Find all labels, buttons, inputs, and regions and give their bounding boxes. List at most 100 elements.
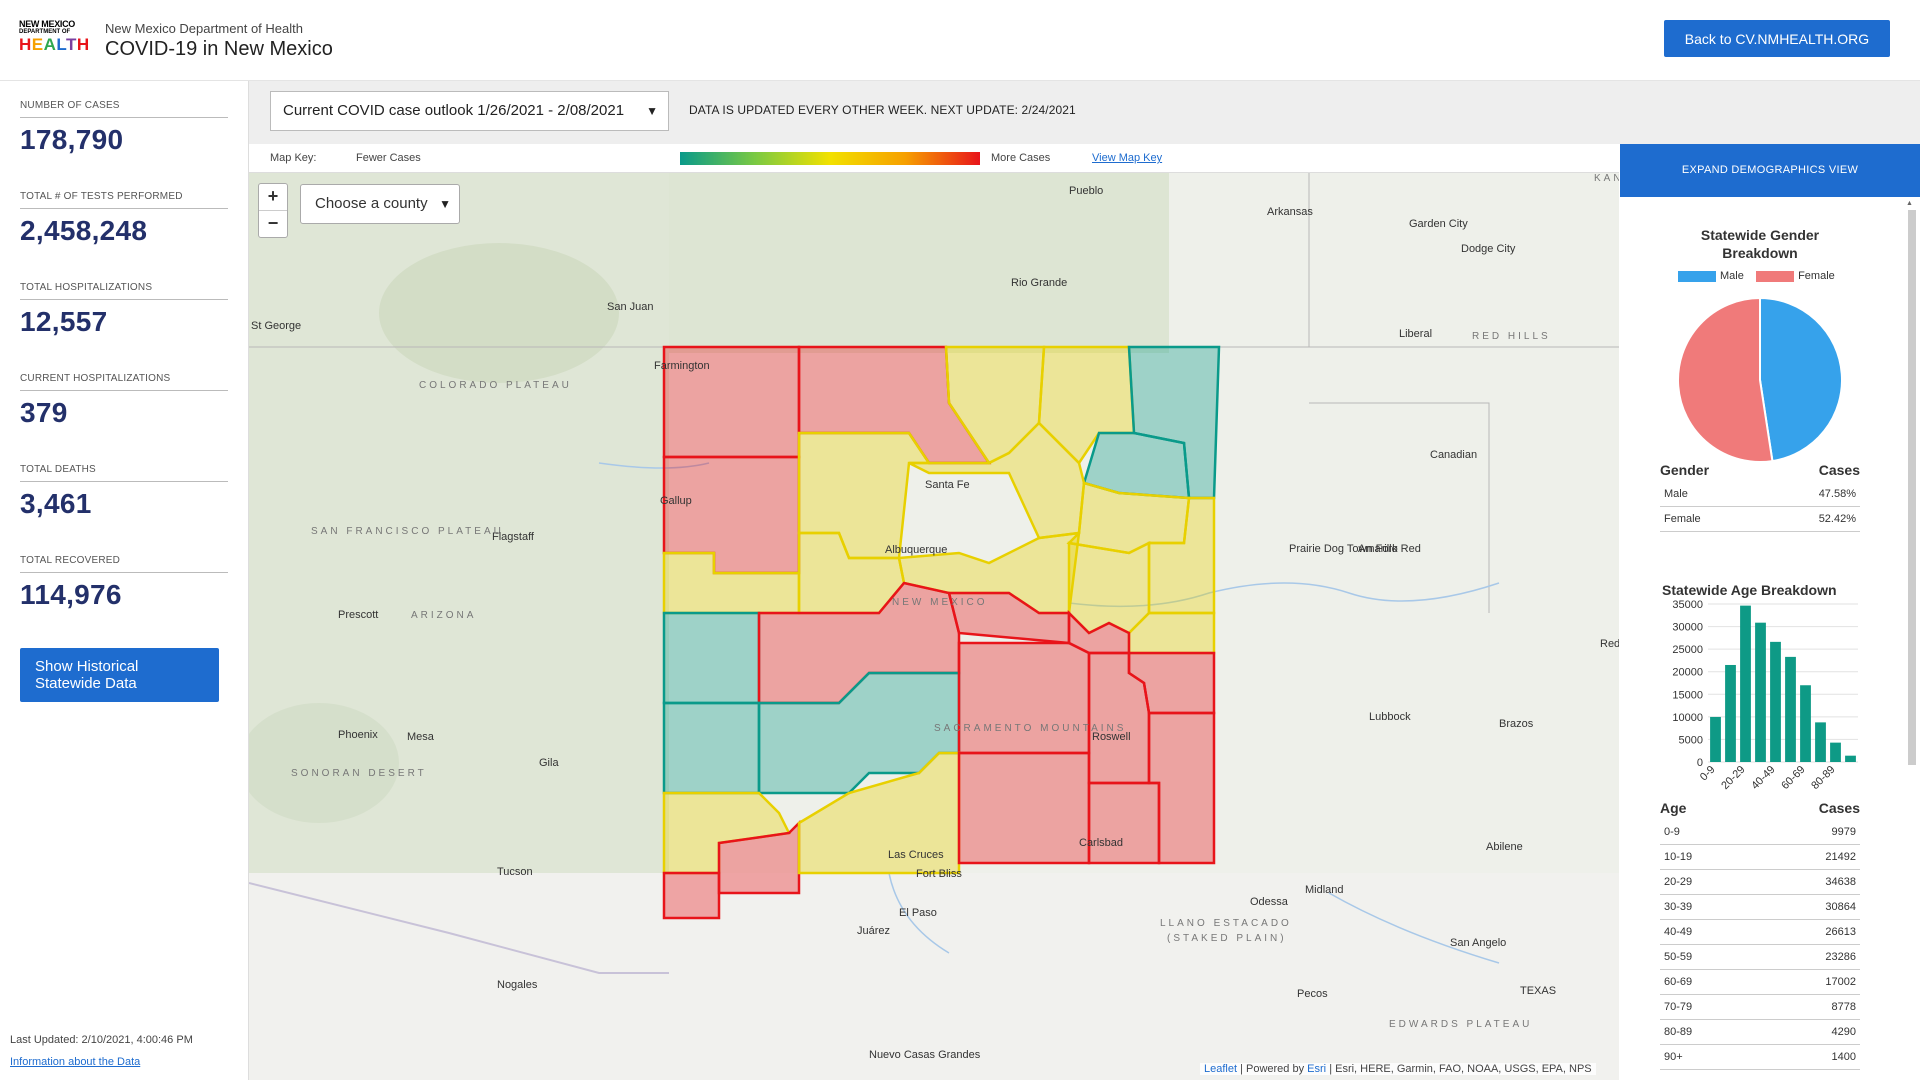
- header-cases: Cases: [1818, 800, 1860, 816]
- map-place-label: Midland: [1305, 884, 1344, 896]
- scrollbar[interactable]: [1908, 210, 1916, 765]
- attribution-powered: | Powered by: [1240, 1063, 1305, 1075]
- map-canvas[interactable]: [249, 173, 1619, 1080]
- map-place-label: Canadian: [1430, 449, 1478, 461]
- logo-letter: L: [56, 35, 67, 54]
- row-label: 70-79: [1664, 1001, 1693, 1013]
- attribution-sources: | Esri, HERE, Garmin, FAO, NOAA, USGS, E…: [1329, 1063, 1592, 1075]
- expand-demographics-button[interactable]: EXPAND DEMOGRAPHICS VIEW: [1620, 144, 1920, 197]
- terrain-patch: [379, 243, 619, 383]
- row-label: 30-39: [1664, 901, 1693, 913]
- legend-male: Male: [1678, 270, 1744, 282]
- bar-0-9[interactable]: [1710, 716, 1721, 762]
- bar-90+[interactable]: [1845, 755, 1856, 762]
- view-map-key-link[interactable]: View Map Key: [1092, 152, 1162, 164]
- gender-pie-chart: [1677, 296, 1843, 463]
- table-header: Gender Cases: [1660, 462, 1860, 482]
- age-table: Age Cases 0-9 9979 10-19 21492 20-29 34638 30-39…: [1660, 800, 1860, 1070]
- stat-label: TOTAL HOSPITALIZATIONS: [20, 282, 228, 300]
- county-select[interactable]: Choose a county ▼: [300, 184, 460, 224]
- stats-panel: NUMBER OF CASES 178,790 TOTAL # OF TESTS P…: [0, 81, 249, 1080]
- map-place-label: KANSAS: [1594, 173, 1619, 184]
- map-place-label: Gila: [539, 757, 559, 769]
- map-place-label: Rio Grande: [1011, 277, 1068, 289]
- map-key-gradient: [680, 152, 980, 165]
- map-place-label: NEW MEXICO: [892, 597, 988, 608]
- map-key-fewer: Fewer Cases: [356, 152, 421, 164]
- map-key-label: Map Key:: [270, 152, 317, 164]
- stat-label: CURRENT HOSPITALIZATIONS: [20, 373, 228, 391]
- row-value: 9979: [1831, 826, 1856, 838]
- row-label: 60-69: [1664, 976, 1693, 988]
- table-row: 0-9 9979: [1660, 820, 1860, 845]
- row-label: Male: [1664, 488, 1688, 500]
- county-otero[interactable]: [957, 751, 1091, 865]
- table-row: 10-19 21492: [1660, 845, 1860, 870]
- stat-label: TOTAL RECOVERED: [20, 555, 228, 573]
- county-hidalgo[interactable]: [662, 871, 721, 920]
- map-place-label: Albuquerque: [885, 544, 948, 556]
- terrain-north: [669, 173, 1169, 353]
- x-tick-label: 60-69: [1779, 764, 1807, 792]
- bar-70-79[interactable]: [1815, 722, 1826, 762]
- stat-block: NUMBER OF CASES 178,790: [20, 100, 228, 156]
- bar-20-29[interactable]: [1740, 605, 1751, 762]
- stat-value: 114,976: [20, 579, 122, 610]
- gender-table: Gender Cases Male 47.58% Female 52.42%: [1660, 462, 1860, 532]
- county-lincoln[interactable]: [957, 641, 1091, 755]
- row-label: 40-49: [1664, 926, 1693, 938]
- bar-60-69[interactable]: [1800, 685, 1811, 762]
- outlook-select-value: Current COVID case outlook 1/26/2021 - 2…: [283, 102, 625, 119]
- zoom-in-button[interactable]: +: [259, 184, 287, 211]
- table-row: 90+ 1400: [1660, 1045, 1860, 1070]
- bar-50-59[interactable]: [1785, 656, 1796, 762]
- map-place-label: Gallup: [660, 495, 692, 507]
- stat-block: TOTAL RECOVERED 114,976: [20, 555, 228, 611]
- pie-slice-female[interactable]: [1677, 296, 1774, 463]
- stat-value: 12,557: [20, 306, 108, 337]
- bar-80-89[interactable]: [1830, 742, 1841, 762]
- map-place-label: Abilene: [1486, 841, 1523, 853]
- leaflet-link[interactable]: Leaflet: [1204, 1063, 1237, 1075]
- scroll-up-icon[interactable]: ▲: [1906, 200, 1913, 207]
- zoom-control: + −: [258, 183, 288, 238]
- row-value: 1400: [1831, 1051, 1856, 1063]
- county-catron-north[interactable]: [662, 611, 761, 705]
- show-historical-button[interactable]: Show Historical Statewide Data: [20, 648, 219, 702]
- header: NEW MEXICO DEPARTMENT OF HEALTH New Mexi…: [0, 0, 1920, 81]
- outlook-select[interactable]: Current COVID case outlook 1/26/2021 - 2…: [270, 91, 669, 131]
- county-guadalupe[interactable]: [1067, 540, 1151, 635]
- stat-value: 2,458,248: [20, 215, 148, 246]
- county-eddy[interactable]: [1087, 781, 1161, 865]
- map-place-label: EDWARDS PLATEAU: [1389, 1019, 1533, 1030]
- header-label: Age: [1660, 800, 1687, 816]
- row-value: 8778: [1831, 1001, 1856, 1013]
- row-value: 21492: [1825, 851, 1856, 863]
- about-data-link[interactable]: Information about the Data: [10, 1056, 140, 1068]
- map-view[interactable]: Pueblo Garden City Dodge City Liberal RED HI…: [249, 173, 1619, 1080]
- table-row: 40-49 26613: [1660, 920, 1860, 945]
- esri-link[interactable]: Esri: [1307, 1063, 1326, 1075]
- pie-slice-male[interactable]: [1759, 296, 1843, 463]
- map-key: Map Key: Fewer Cases More Cases View Map…: [249, 144, 1619, 173]
- map-place-label: Fort Bliss: [916, 868, 962, 880]
- back-to-site-button[interactable]: Back to CV.NMHEALTH.ORG: [1664, 20, 1890, 57]
- stat-value: 178,790: [20, 124, 124, 155]
- stat-label: TOTAL DEATHS: [20, 464, 228, 482]
- bar-30-39[interactable]: [1755, 622, 1766, 762]
- map-place-label: Santa Fe: [925, 479, 970, 491]
- stat-value: 3,461: [20, 488, 92, 519]
- zoom-out-button[interactable]: −: [259, 211, 287, 237]
- county-curry[interactable]: [1127, 611, 1216, 655]
- table-row: 60-69 17002: [1660, 970, 1860, 995]
- map-place-label: COLORADO PLATEAU: [419, 380, 572, 391]
- map-place-label: Juárez: [857, 925, 891, 937]
- header-cases: Cases: [1818, 462, 1860, 478]
- logo-letter: E: [31, 35, 44, 54]
- bar-40-49[interactable]: [1770, 641, 1781, 762]
- map-place-label: SAN FRANCISCO PLATEAU: [311, 526, 504, 537]
- gender-chart-title: Statewide Gender Breakdown: [1700, 227, 1820, 261]
- map-place-label: Pueblo: [1069, 185, 1104, 197]
- bar-10-19[interactable]: [1725, 664, 1736, 762]
- county-catron[interactable]: [662, 701, 761, 795]
